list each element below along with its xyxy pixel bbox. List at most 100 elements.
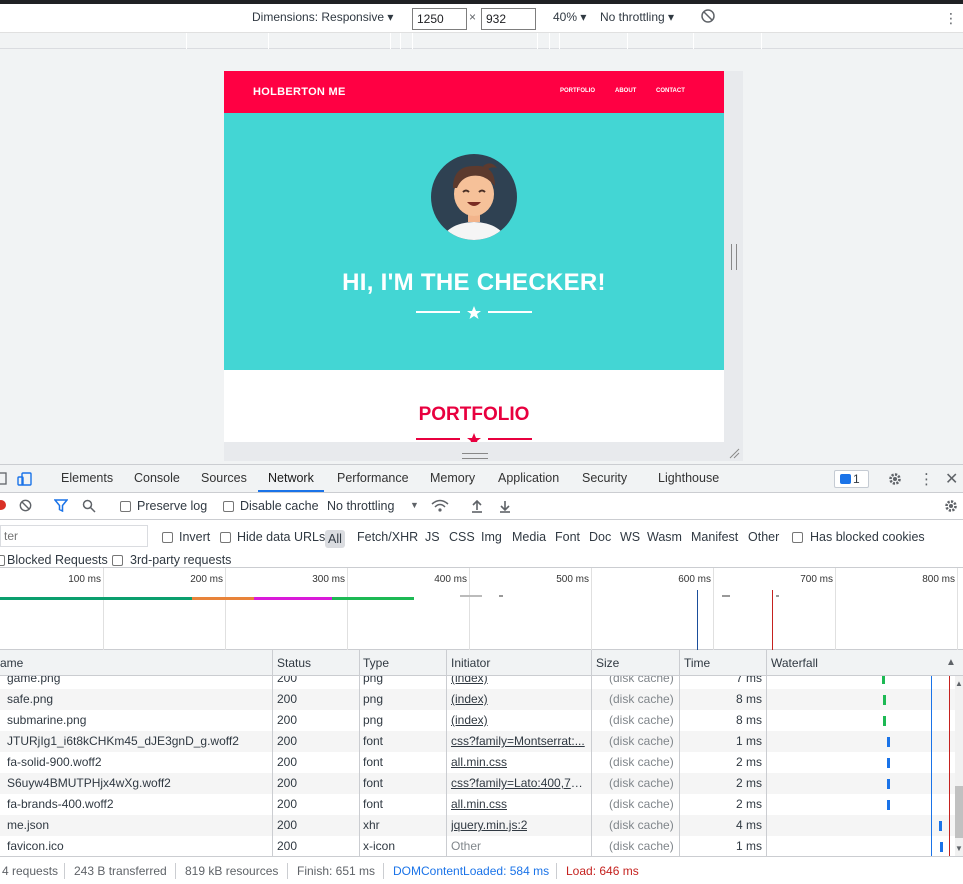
tab-lighthouse[interactable]: Lighthouse [658, 471, 719, 485]
tab-memory[interactable]: Memory [430, 471, 475, 485]
request-initiator[interactable]: css?family=Montserrat:... [451, 734, 585, 748]
table-row[interactable]: S6uyw4BMUTPHjx4wXg.woff2 200 font css?famil… [0, 773, 955, 794]
column-time[interactable]: Time [684, 656, 710, 670]
scrollbar-thumb[interactable] [955, 786, 963, 838]
column-waterfall[interactable]: Waterfall [771, 656, 818, 670]
portfolio-section: PORTFOLIO [224, 370, 724, 442]
disable-cache-checkbox[interactable] [223, 501, 234, 512]
rotate-icon[interactable] [700, 8, 716, 24]
more-options-icon[interactable]: ⋮ [944, 10, 958, 27]
corner-resize-icon[interactable] [728, 447, 740, 459]
table-row[interactable]: fa-brands-400.woff2 200 font all.min.css (di… [0, 794, 955, 815]
blocked-requests-checkbox[interactable] [0, 555, 5, 566]
tab-console[interactable]: Console [134, 471, 180, 485]
request-initiator[interactable]: (index) [451, 692, 488, 706]
network-conditions-icon[interactable] [431, 499, 449, 513]
tab-application[interactable]: Application [498, 471, 559, 485]
device-toggle-icon[interactable] [17, 471, 33, 487]
request-initiator[interactable]: (index) [451, 676, 488, 685]
has-blocked-cookies-label: Has blocked cookies [810, 530, 925, 544]
inspect-element-icon[interactable] [0, 472, 8, 486]
table-row[interactable]: game.png 200 png (index) (disk cache) 7 ms [0, 676, 955, 689]
resize-grip-vertical-icon[interactable] [731, 244, 737, 270]
filter-type-wasm[interactable]: Wasm [647, 530, 682, 544]
network-overview-timeline[interactable]: 100 ms 200 ms 300 ms 400 ms 500 ms 600 m… [0, 568, 963, 650]
waterfall-load-line [949, 676, 950, 856]
close-devtools-icon[interactable]: ✕ [945, 469, 958, 489]
throttling-dropdown[interactable]: No throttling ▾ [600, 10, 674, 24]
table-row[interactable]: fa-solid-900.woff2 200 font all.min.css (dis… [0, 752, 955, 773]
import-har-icon[interactable] [471, 499, 483, 513]
column-initiator[interactable]: Initiator [451, 656, 490, 670]
filter-type-css[interactable]: CSS [449, 530, 475, 544]
filter-icon[interactable] [54, 499, 68, 512]
site-brand[interactable]: HOLBERTON ME [253, 86, 346, 98]
table-row[interactable]: JTURjIg1_i6t8kCHKm45_dJE3gnD_g.woff2 200 f… [0, 731, 955, 752]
messages-badge[interactable]: 1 [834, 470, 869, 488]
filter-input[interactable] [0, 525, 148, 547]
chevron-down-icon[interactable]: ▼ [410, 500, 419, 510]
filter-type-doc[interactable]: Doc [589, 530, 611, 544]
filter-type-other[interactable]: Other [748, 530, 779, 544]
tab-elements[interactable]: Elements [61, 471, 113, 485]
settings-gear-icon[interactable] [888, 472, 902, 486]
filter-type-fetch-xhr[interactable]: Fetch/XHR [357, 530, 418, 544]
column-size[interactable]: Size [596, 656, 619, 670]
filter-type-ws[interactable]: WS [620, 530, 640, 544]
filter-type-manifest[interactable]: Manifest [691, 530, 738, 544]
filter-type-font[interactable]: Font [555, 530, 580, 544]
table-row[interactable]: submarine.png 200 png (index) (disk cache) 8 … [0, 710, 955, 731]
column-type[interactable]: Type [363, 656, 389, 670]
request-initiator[interactable]: all.min.css [451, 797, 507, 811]
clear-icon[interactable] [19, 499, 32, 512]
site-navbar: HOLBERTON ME PORTFOLIO ABOUT CONTACT [224, 71, 724, 113]
column-status[interactable]: Status [277, 656, 311, 670]
has-blocked-cookies-checkbox[interactable] [792, 532, 803, 543]
network-throttling-select[interactable]: No throttling [327, 499, 394, 513]
overview-tick: 700 ms [800, 574, 833, 585]
request-initiator[interactable]: jquery.min.js:2 [451, 818, 527, 832]
filter-type-media[interactable]: Media [512, 530, 546, 544]
table-row[interactable]: favicon.ico 200 x-icon Other (disk cache) 1 m… [0, 836, 955, 856]
filter-type-all[interactable]: All [325, 530, 345, 548]
tab-performance[interactable]: Performance [337, 471, 409, 485]
customize-menu-icon[interactable]: ⋮ [919, 470, 934, 488]
filter-type-js[interactable]: JS [425, 530, 440, 544]
viewport-width-input[interactable] [412, 8, 467, 30]
scroll-up-icon[interactable]: ▲ [955, 679, 963, 688]
request-initiator[interactable]: all.min.css [451, 755, 507, 769]
tab-sources[interactable]: Sources [201, 471, 247, 485]
request-initiator[interactable]: css?family=Lato:400,70... [451, 776, 587, 790]
filter-type-img[interactable]: Img [481, 530, 502, 544]
third-party-checkbox[interactable] [112, 555, 123, 566]
dimensions-dropdown[interactable]: Dimensions: Responsive ▾ [252, 10, 393, 24]
filter-bar: Invert Hide data URLs All Fetch/XHR JS C… [0, 520, 963, 568]
table-row[interactable]: safe.png 200 png (index) (disk cache) 8 ms [0, 689, 955, 710]
record-icon[interactable] [0, 499, 8, 511]
resize-grip-horizontal-icon[interactable] [462, 453, 488, 459]
blocked-requests-label: Blocked Requests [7, 553, 108, 567]
table-scrollbar[interactable]: ▲ ▼ [955, 676, 963, 856]
column-name[interactable]: ame [0, 656, 23, 670]
tab-network[interactable]: Network [268, 471, 314, 485]
overview-segment [722, 595, 730, 597]
export-har-icon[interactable] [499, 499, 511, 513]
nav-link-portfolio[interactable]: PORTFOLIO [560, 88, 595, 94]
nav-link-about[interactable]: ABOUT [615, 88, 636, 94]
hide-data-urls-checkbox[interactable] [220, 532, 231, 543]
sort-ascending-icon[interactable]: ▲ [946, 657, 956, 668]
nav-link-contact[interactable]: CONTACT [656, 88, 685, 94]
request-size: (disk cache) [609, 797, 674, 811]
tab-security[interactable]: Security [582, 471, 627, 485]
zoom-dropdown[interactable]: 40% ▾ [553, 10, 586, 24]
devtools-tab-bar: Elements Console Sources Network Perform… [0, 465, 963, 493]
search-icon[interactable] [82, 499, 96, 513]
request-initiator[interactable]: (index) [451, 713, 488, 727]
request-size: (disk cache) [609, 692, 674, 706]
invert-checkbox[interactable] [162, 532, 173, 543]
preserve-log-checkbox[interactable] [120, 501, 131, 512]
scroll-down-icon[interactable]: ▼ [955, 844, 963, 853]
viewport-height-input[interactable] [481, 8, 536, 30]
table-row[interactable]: me.json 200 xhr jquery.min.js:2 (disk cache)… [0, 815, 955, 836]
network-settings-gear-icon[interactable] [944, 499, 958, 513]
